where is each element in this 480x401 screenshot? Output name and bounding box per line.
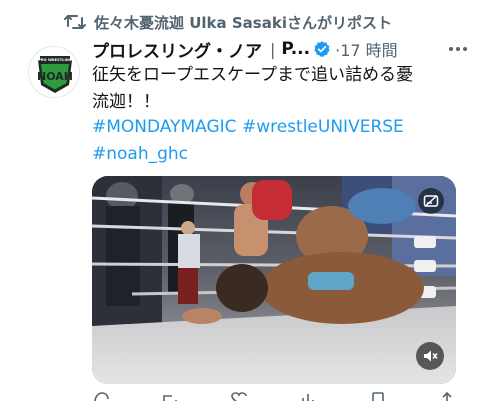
name-separator: |	[270, 39, 276, 59]
tweet-actions	[92, 392, 456, 401]
more-options-icon[interactable]	[448, 46, 468, 52]
tweet-header: プロレスリング・ノア | P... ·17 時間	[92, 36, 468, 62]
verified-badge-icon	[313, 40, 331, 58]
repost-label: 佐々木憂流迦 Ulka Sasakiさんがリポスト	[94, 13, 392, 32]
repost-icon	[64, 12, 86, 32]
noah-logo: PRO WRESTLING NOAH	[29, 47, 79, 97]
tweet-time[interactable]: ·17 時間	[335, 37, 398, 61]
video-frame	[92, 176, 456, 384]
hashtag-list: #MONDAYMAGIC #wrestleUNIVERSE #noah_ghc	[92, 114, 452, 168]
video-player[interactable]	[92, 176, 456, 384]
reply-button[interactable]	[92, 392, 110, 401]
reply-icon	[92, 392, 110, 401]
repost-button[interactable]	[161, 392, 179, 401]
hashtag-wrestleuniverse[interactable]: #wrestleUNIVERSE	[242, 117, 404, 137]
repost-icon	[161, 392, 179, 401]
avatar-logo-text: NOAH	[37, 70, 73, 83]
share-button[interactable]	[438, 392, 456, 401]
author-name-suffix[interactable]: P...	[281, 39, 310, 59]
views-icon	[300, 392, 318, 401]
repost-indicator[interactable]: 佐々木憂流迦 Ulka Sasakiさんがリポスト	[64, 10, 392, 34]
hashtag-noah-ghc[interactable]: #noah_ghc	[92, 144, 188, 164]
share-icon	[438, 392, 456, 401]
avatar-logo-subtext: PRO WRESTLING	[38, 58, 72, 62]
hashtag-mondaymagic[interactable]: #MONDAYMAGIC	[92, 117, 237, 137]
views-button[interactable]	[300, 392, 318, 401]
bookmark-button[interactable]	[369, 392, 387, 401]
muted-speaker-icon[interactable]	[416, 342, 444, 370]
like-icon	[230, 392, 248, 401]
like-button[interactable]	[230, 392, 248, 401]
no-subtitles-icon[interactable]	[418, 188, 444, 214]
avatar[interactable]: PRO WRESTLING NOAH	[28, 46, 80, 98]
tweet-text-line-1: 征矢をロープエスケープまで追い詰める憂	[92, 65, 413, 85]
tweet-text: 征矢をロープエスケープまで追い詰める憂 流迦！！	[92, 62, 452, 116]
bookmark-icon	[369, 392, 387, 401]
tweet-text-line-2: 流迦！！	[92, 92, 160, 112]
author-name[interactable]: プロレスリング・ノア	[92, 37, 262, 62]
